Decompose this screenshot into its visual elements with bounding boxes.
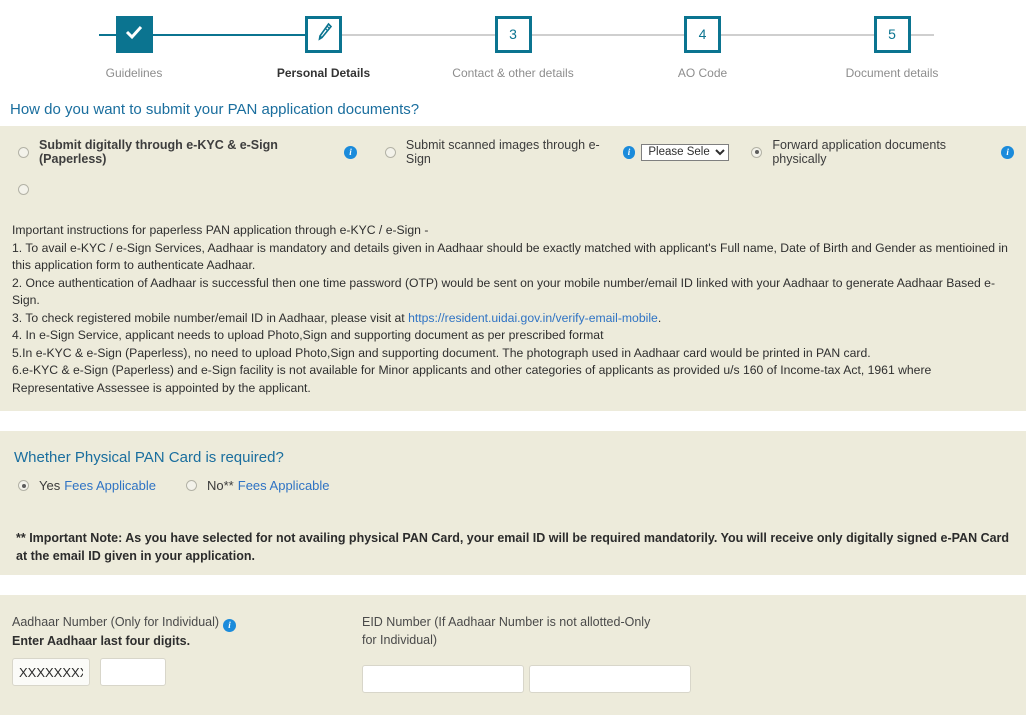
submit-method-panel: Submit digitally through e-KYC & e-Sign … xyxy=(0,126,1026,411)
info-icon-submit-digitally[interactable]: i xyxy=(344,145,357,159)
eid-input-1[interactable] xyxy=(362,665,524,693)
eid-label: EID Number (If Aadhaar Number is not all… xyxy=(362,615,651,647)
radio-physical-card-yes[interactable] xyxy=(18,480,29,491)
section-gap-1 xyxy=(0,411,1026,431)
instruction-line-1: 1. To avail e-KYC / e-Sign Services, Aad… xyxy=(12,240,1008,273)
label-physical-card-yes: Yes xyxy=(39,478,61,493)
step-marker-5[interactable]: 5 xyxy=(873,16,911,53)
label-physical-card-no: No** xyxy=(207,478,234,493)
important-note: ** Important Note: As you have selected … xyxy=(16,531,1010,563)
fees-applicable-link-no[interactable]: Fees Applicable xyxy=(238,478,330,493)
aadhaar-inputs-row xyxy=(12,658,362,686)
eid-input-2[interactable] xyxy=(529,665,691,693)
step-label-document-details: Document details xyxy=(845,66,939,80)
info-icon-submit-scanned[interactable]: i xyxy=(622,145,636,159)
step-contact-other-details[interactable]: 3 Contact & other details xyxy=(443,0,583,80)
aadhaar-field-grid: Aadhaar Number (Only for Individual) i En… xyxy=(12,609,1014,693)
aadhaar-sublabel: Enter Aadhaar last four digits. xyxy=(12,634,191,648)
step-label-ao-code: AO Code xyxy=(677,66,728,80)
step-label-guidelines: Guidelines xyxy=(105,66,163,80)
label-submit-scanned: Submit scanned images through e-Sign xyxy=(405,138,600,166)
aadhaar-last4-input[interactable] xyxy=(100,658,166,686)
step-marker-pen[interactable] xyxy=(305,16,342,53)
step-marker-check[interactable] xyxy=(115,16,153,53)
step-marker-4[interactable]: 4 xyxy=(684,16,721,53)
eid-field-group: EID Number (If Aadhaar Number is not all… xyxy=(362,613,722,693)
physical-card-options-row: Yes Fees Applicable No** Fees Applicable xyxy=(12,478,1014,493)
radio-extra-unlabeled[interactable] xyxy=(18,184,29,195)
instruction-line-5: 5.In e-KYC & e-Sign (Paperless), no need… xyxy=(12,345,871,360)
step-marker-3[interactable]: 3 xyxy=(494,16,532,53)
aadhaar-label-row: Aadhaar Number (Only for Individual) i xyxy=(12,613,362,632)
instruction-line-6: 6.e-KYC & e-Sign (Paperless) and e-Sign … xyxy=(12,363,932,395)
pen-icon xyxy=(308,22,339,44)
check-icon xyxy=(119,22,150,42)
instruction-3-pre: 3. To check registered mobile number/ema… xyxy=(12,310,409,325)
label-submit-digitally: Submit digitally through e-KYC & e-Sign … xyxy=(39,138,278,166)
label-forward-physically: Forward application documents physically xyxy=(772,138,947,166)
section-gap-2 xyxy=(0,575,1026,595)
radio-submit-digitally[interactable] xyxy=(18,146,29,158)
radio-submit-scanned[interactable] xyxy=(384,146,396,158)
aadhaar-masked-input[interactable] xyxy=(12,658,90,686)
step-guidelines[interactable]: Guidelines xyxy=(64,0,204,80)
physical-card-heading: Whether Physical PAN Card is required? xyxy=(14,449,284,466)
step-document-details[interactable]: 5 Document details xyxy=(822,0,962,80)
info-icon-aadhaar[interactable]: i xyxy=(223,619,237,632)
aadhaar-panel: Aadhaar Number (Only for Individual) i En… xyxy=(0,595,1026,715)
esign-type-select[interactable]: Please Selec xyxy=(641,143,730,161)
eid-inputs-row xyxy=(362,665,722,693)
instruction-3-post: . xyxy=(657,310,662,325)
instruction-line-4: 4. In e-Sign Service, applicant needs to… xyxy=(12,328,604,342)
physical-card-panel: Whether Physical PAN Card is required? Y… xyxy=(0,431,1026,575)
aadhaar-label: Aadhaar Number (Only for Individual) xyxy=(12,615,220,629)
aadhaar-field-group: Aadhaar Number (Only for Individual) i En… xyxy=(12,613,362,693)
instructions-title: Important instructions for paperless PAN… xyxy=(12,223,429,237)
uidai-verify-link[interactable]: https://resident.uidai.gov.in/verify-ema… xyxy=(408,311,658,325)
fees-applicable-link-yes[interactable]: Fees Applicable xyxy=(64,478,156,493)
progress-stepper: Guidelines Personal Details 3 Contact & … xyxy=(0,0,1026,95)
radio-physical-card-no[interactable] xyxy=(186,480,197,491)
step-label-contact-other-details: Contact & other details xyxy=(452,66,574,80)
step-personal-details[interactable]: Personal Details xyxy=(254,0,394,80)
submit-options-row: Submit digitally through e-KYC & e-Sign … xyxy=(12,138,1014,166)
info-icon-forward-physically[interactable]: i xyxy=(1001,145,1014,159)
instruction-line-3: 3. To check registered mobile number/ema… xyxy=(12,310,1014,328)
submit-section-heading: How do you want to submit your PAN appli… xyxy=(0,95,1026,126)
instruction-line-2: 2. Once authentication of Aadhaar is suc… xyxy=(12,275,996,308)
step-ao-code[interactable]: 4 AO Code xyxy=(633,0,773,80)
instructions-block: Important instructions for paperless PAN… xyxy=(12,222,1014,397)
step-label-personal-details: Personal Details xyxy=(276,66,371,80)
radio-forward-physically[interactable] xyxy=(751,146,763,158)
